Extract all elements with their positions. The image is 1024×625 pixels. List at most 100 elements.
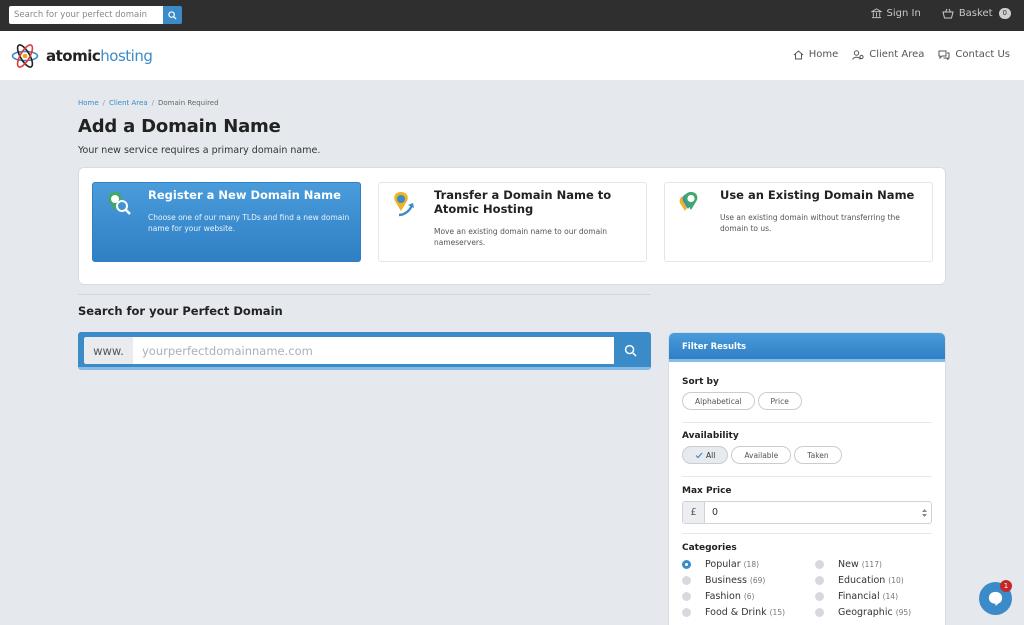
brand-logo[interactable]: atomichosting: [11, 42, 153, 70]
categories-label: Categories: [682, 543, 737, 553]
option-transfer[interactable]: Transfer a Domain Name to Atomic Hosting…: [378, 182, 647, 262]
brand-name: atomichosting: [46, 47, 153, 65]
category-geographic[interactable]: Geographic (95): [815, 607, 911, 618]
user-gear-icon: [852, 49, 864, 60]
chat-bubble-icon: [988, 591, 1003, 607]
category-name: Popular: [705, 559, 741, 570]
brand-name-bold: atomic: [46, 47, 101, 65]
search-icon: [168, 10, 177, 20]
radio[interactable]: [682, 576, 691, 585]
atom-logo-icon: [11, 44, 39, 68]
option-transfer-title: Transfer a Domain Name to Atomic Hosting: [434, 188, 612, 216]
filter-divider: [682, 476, 932, 477]
category-name: Financial: [838, 591, 880, 602]
max-price-field[interactable]: £ 0: [682, 501, 932, 524]
basket-label: Basket: [958, 8, 993, 19]
sort-label: Sort by: [682, 377, 719, 387]
search-section-title: Search for your Perfect Domain: [78, 304, 283, 318]
page-subtitle: Your new service requires a primary doma…: [78, 145, 321, 156]
bank-icon: [870, 8, 882, 19]
sort-price[interactable]: Price: [757, 392, 802, 410]
radio[interactable]: [815, 560, 824, 569]
category-count: (14): [882, 592, 899, 601]
availability-taken[interactable]: Taken: [794, 446, 842, 464]
sign-in-label: Sign In: [886, 8, 921, 19]
category-count: (95): [895, 608, 912, 617]
max-price-value[interactable]: 0: [705, 502, 917, 523]
radio[interactable]: [815, 576, 824, 585]
globe-transfer-pin-icon: [394, 192, 414, 217]
site-header: atomichosting Home Client Area Contact U…: [0, 31, 1024, 80]
page-title: Add a Domain Name: [78, 116, 281, 137]
availability-available[interactable]: Available: [731, 446, 792, 464]
globe-pins-icon: [679, 192, 698, 211]
top-bar: Sign In Basket 0: [0, 0, 1024, 31]
category-name: Fashion: [705, 591, 741, 602]
category-financial[interactable]: Financial (14): [815, 591, 898, 602]
category-count: (15): [769, 608, 786, 617]
availability-all[interactable]: All: [682, 446, 729, 464]
category-count: (117): [861, 560, 882, 569]
radio[interactable]: [682, 592, 691, 601]
home-icon: [793, 49, 804, 59]
chat-unread-badge: 1: [1000, 580, 1012, 592]
breadcrumb: Home / Client Area / Domain Required: [78, 99, 219, 107]
basket-icon: [942, 8, 954, 19]
max-price-label: Max Price: [682, 486, 732, 496]
nav-home-label: Home: [808, 49, 839, 60]
category-food-drink[interactable]: Food & Drink (15): [682, 607, 785, 618]
category-count: (69): [749, 576, 766, 585]
category-count: (18): [743, 560, 760, 569]
category-fashion[interactable]: Fashion (6): [682, 591, 754, 602]
category-name: Geographic: [838, 607, 893, 618]
sort-alphabetical[interactable]: Alphabetical: [682, 392, 755, 410]
breadcrumb-client-area[interactable]: Client Area: [109, 99, 148, 107]
breadcrumb-home[interactable]: Home: [78, 99, 99, 107]
category-education[interactable]: Education (10): [815, 575, 904, 586]
category-name: Education: [838, 575, 886, 586]
availability-options: All Available Taken: [682, 446, 842, 464]
filter-divider: [682, 533, 932, 534]
category-business[interactable]: Business (69): [682, 575, 765, 586]
basket-count-badge: 0: [998, 8, 1011, 19]
filter-divider: [682, 422, 932, 423]
radio-selected[interactable]: [682, 560, 691, 569]
top-search-button[interactable]: [163, 6, 182, 24]
radio[interactable]: [815, 608, 824, 617]
option-register-desc: Choose one of our many TLDs and find a n…: [148, 213, 350, 233]
nav-client-area-label: Client Area: [869, 49, 925, 60]
nav-home[interactable]: Home: [793, 49, 839, 60]
option-existing-desc: Use an existing domain without transferr…: [720, 213, 900, 233]
chat-icon: [938, 50, 950, 60]
option-transfer-desc: Move an existing domain name to our doma…: [434, 227, 608, 247]
breadcrumb-current: Domain Required: [158, 99, 219, 107]
radio[interactable]: [815, 592, 824, 601]
radio[interactable]: [682, 608, 691, 617]
domain-search-bar: www.: [78, 332, 651, 370]
category-name: Food & Drink: [705, 607, 767, 618]
search-icon: [624, 344, 637, 357]
category-name: New: [838, 559, 859, 570]
availability-label: Availability: [682, 431, 739, 441]
category-name: Business: [705, 575, 747, 586]
main-nav: Home Client Area Contact Us: [779, 49, 1010, 60]
sign-in-link[interactable]: Sign In: [870, 8, 921, 19]
nav-client-area[interactable]: Client Area: [852, 49, 924, 60]
check-icon: [695, 452, 703, 458]
domain-search-input[interactable]: [133, 337, 614, 364]
category-new[interactable]: New (117): [815, 559, 882, 570]
globe-search-pin-icon: [108, 192, 131, 215]
currency-symbol: £: [683, 502, 705, 523]
availability-all-label: All: [706, 450, 716, 460]
basket-link[interactable]: Basket 0: [942, 8, 1011, 19]
category-count: (6): [743, 592, 755, 601]
price-stepper[interactable]: [917, 502, 931, 523]
filter-panel: Filter Results Sort by Alphabetical Pric…: [668, 332, 946, 625]
option-register[interactable]: Register a New Domain Name Choose one of…: [92, 182, 361, 262]
domain-search-button[interactable]: [615, 337, 645, 364]
filter-title: Filter Results: [669, 333, 945, 362]
category-popular[interactable]: Popular (18): [682, 559, 759, 570]
top-search-input[interactable]: [9, 6, 163, 24]
option-existing[interactable]: Use an Existing Domain Name Use an exist…: [664, 182, 933, 262]
nav-contact[interactable]: Contact Us: [938, 49, 1010, 60]
